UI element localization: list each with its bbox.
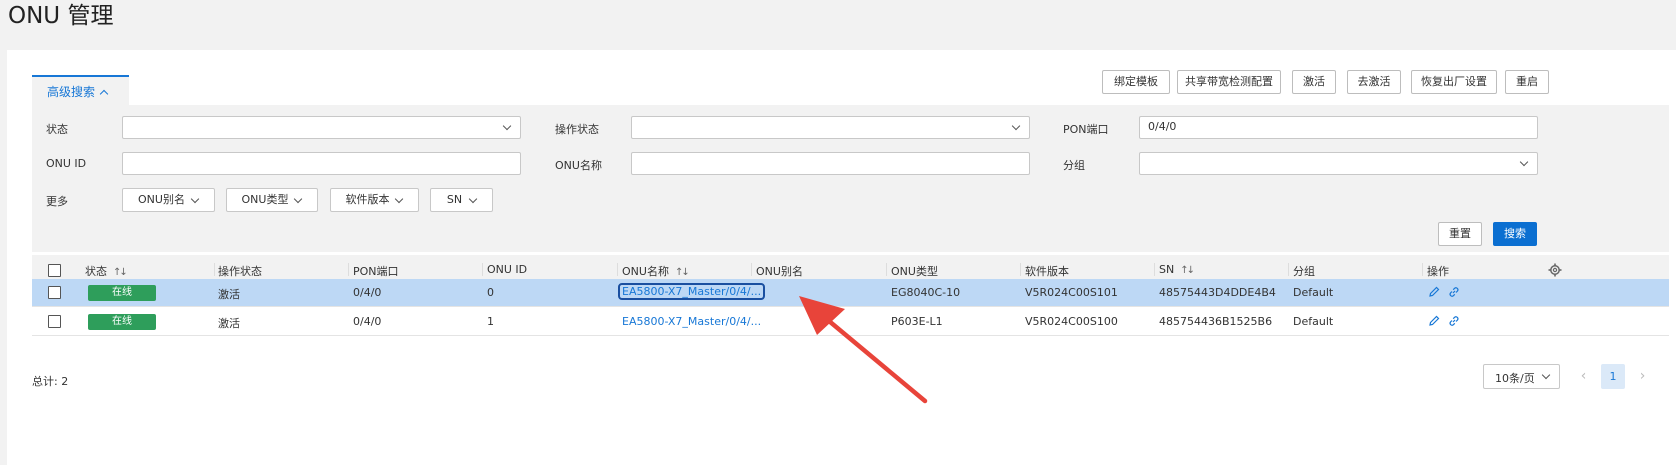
column-divider [886,263,887,276]
header-onu-id: ONU ID [487,263,528,276]
chevron-down-icon [394,194,404,204]
status-badge: 在线 [88,314,156,330]
header-actions: 操作 [1427,265,1449,278]
filter-chip-sn[interactable]: SN [430,188,493,212]
column-divider [348,263,349,276]
header-onu-name[interactable]: ONU名称 ↑↓ [622,263,690,279]
chevron-down-icon [502,121,512,131]
cell-onu-id: 1 [487,315,494,328]
onu-name-label: ONU名称 [555,159,602,172]
advanced-search-form: 状态 操作状态 PON端口 0/4/0 ONU ID ONU名称 分组 更多 O… [32,105,1669,252]
onu-name-link[interactable]: EA5800-X7_Master/0/4/... [617,283,766,300]
chevron-down-icon [190,194,200,204]
filter-chip-onu-alias[interactable]: ONU别名 [122,188,215,212]
deactivate-button[interactable]: 去激活 [1347,70,1401,94]
cell-sn: 48575443D4DDE4B4 [1159,286,1276,299]
onu-id-label: ONU ID [46,157,87,170]
red-arrow-annotation [799,296,928,404]
current-page[interactable]: 1 [1601,364,1625,389]
column-divider [482,263,483,276]
column-divider [1288,263,1289,276]
header-pon-port: PON端口 [353,265,399,278]
cell-onu-id: 0 [487,286,494,299]
column-divider [617,263,618,276]
pon-port-label: PON端口 [1063,123,1109,136]
edit-icon[interactable] [1427,285,1441,299]
activate-button[interactable]: 激活 [1292,70,1336,94]
column-divider [751,263,752,276]
onu-name-link[interactable]: EA5800-X7_Master/0/4/... [622,315,761,328]
chevron-down-icon [1541,370,1551,380]
select-all-checkbox[interactable] [48,264,61,277]
onu-name-input[interactable] [631,152,1030,175]
column-divider [1154,263,1155,276]
chevron-down-icon [293,194,303,204]
advanced-search-label: 高级搜索 [47,85,96,99]
group-label: 分组 [1063,159,1085,172]
header-sn[interactable]: SN ↑↓ [1159,263,1195,276]
cell-op-status: 激活 [218,317,240,330]
link-icon[interactable] [1447,314,1461,328]
status-label: 状态 [46,123,68,136]
cell-software-version: V5R024C00S101 [1025,286,1118,299]
cell-group: Default [1293,286,1334,299]
sort-icon: ↑↓ [674,267,690,278]
group-select[interactable] [1139,152,1538,175]
search-button[interactable]: 搜索 [1493,222,1537,246]
cell-sn: 485754436B1525B6 [1159,315,1273,328]
edit-icon[interactable] [1427,314,1441,328]
row-checkbox[interactable] [48,315,61,328]
restart-button[interactable]: 重启 [1505,70,1549,94]
prev-page-button[interactable]: ‹ [1571,364,1596,389]
sort-icon: ↑↓ [113,267,128,278]
cell-pon-port: 0/4/0 [353,286,382,299]
row-checkbox[interactable] [48,286,61,299]
more-label: 更多 [46,195,68,208]
advanced-search-tab[interactable]: 高级搜索 [32,75,129,105]
column-divider [1422,263,1423,276]
op-status-label: 操作状态 [555,123,599,136]
header-status[interactable]: 状态 ↑↓ [85,263,128,279]
chevron-down-icon [1011,121,1021,131]
status-badge: 在线 [88,285,156,301]
cell-op-status: 激活 [218,288,240,301]
total-count: 总计: 2 [32,375,69,388]
sort-icon: ↑↓ [1180,265,1195,276]
next-page-button[interactable]: › [1630,364,1655,389]
cell-pon-port: 0/4/0 [353,315,382,328]
header-onu-type: ONU类型 [891,265,938,278]
header-group: 分组 [1293,265,1315,278]
op-status-select[interactable] [631,116,1030,139]
factory-reset-button[interactable]: 恢复出厂设置 [1411,70,1497,94]
cell-software-version: V5R024C00S100 [1025,315,1118,328]
chevron-down-icon [468,194,478,204]
column-divider [214,263,215,276]
pon-port-input[interactable]: 0/4/0 [1139,116,1538,139]
shared-bandwidth-config-button[interactable]: 共享带宽检测配置 [1177,70,1281,94]
header-onu-alias: ONU别名 [756,265,803,278]
filter-chip-onu-type[interactable]: ONU类型 [226,188,318,212]
gear-icon[interactable] [1548,263,1562,277]
chevron-down-icon [1519,157,1529,167]
chevron-up-icon [99,89,109,99]
status-select[interactable] [122,116,521,139]
onu-id-input[interactable] [122,152,521,175]
filter-chip-software-version[interactable]: 软件版本 [330,188,419,212]
cell-group: Default [1293,315,1334,328]
link-icon[interactable] [1447,285,1461,299]
page-title: ONU 管理 [8,3,114,29]
bind-template-button[interactable]: 绑定模板 [1102,70,1170,94]
page-size-select[interactable]: 10条/页 [1483,364,1560,389]
column-divider [1020,263,1021,276]
reset-button[interactable]: 重置 [1438,222,1482,246]
header-software-version: 软件版本 [1025,265,1069,278]
header-op-status: 操作状态 [218,265,262,278]
